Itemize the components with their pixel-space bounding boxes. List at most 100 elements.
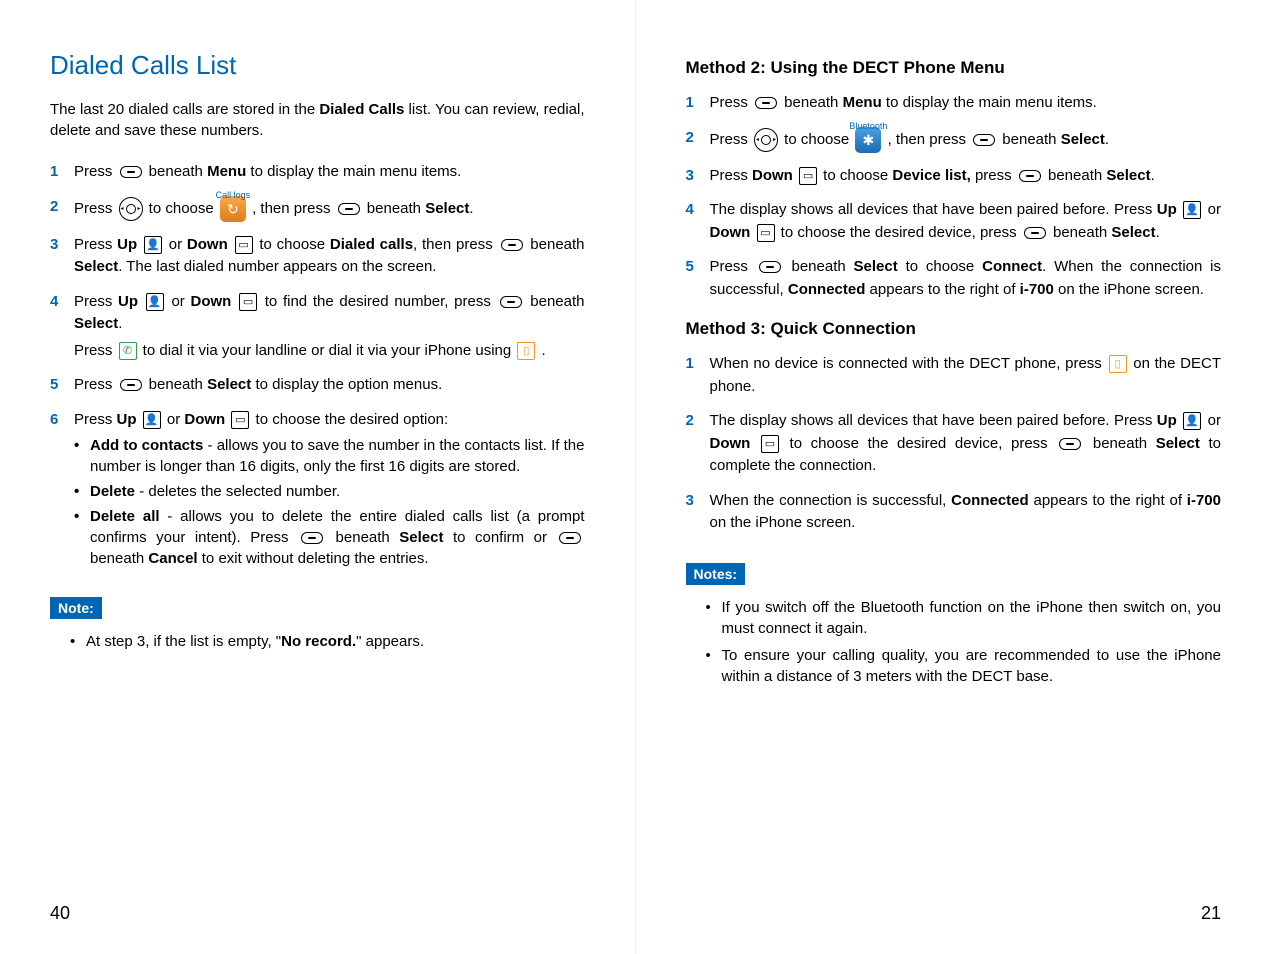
select-label: Select — [1156, 435, 1200, 452]
opt-label: Delete — [90, 483, 135, 500]
select-label: Select — [854, 258, 898, 275]
up-label: Up — [1157, 201, 1177, 218]
t: . — [469, 199, 473, 216]
t: When the connection is successful, — [710, 492, 952, 509]
intro-prefix: The last 20 dialed calls are stored in t… — [50, 101, 319, 118]
select-label: Select — [1106, 167, 1150, 184]
softkey-icon — [759, 261, 781, 273]
t: to choose — [898, 258, 982, 275]
t: or — [1203, 201, 1221, 218]
t: to display the option menus. — [251, 376, 442, 393]
softkey-icon — [1059, 438, 1081, 450]
t: Press — [74, 236, 117, 253]
device-list-label: Device list, — [892, 167, 970, 184]
t: Press — [710, 94, 753, 111]
t: to choose — [145, 199, 218, 216]
t: appears to the right of — [1029, 492, 1187, 509]
t: , then press — [248, 199, 335, 216]
t: The display shows all devices that have … — [710, 412, 1157, 429]
method3-steps: When no device is connected with the DEC… — [686, 353, 1222, 535]
intro-bold: Dialed Calls — [319, 101, 404, 118]
t: beneath — [1084, 435, 1155, 452]
t: beneath — [363, 199, 426, 216]
t: Press — [710, 258, 756, 275]
t: . — [1156, 224, 1160, 241]
bluetooth-icon: ✱Bluetooth — [855, 127, 881, 153]
t: Press — [74, 293, 118, 310]
page-right: Method 2: Using the DECT Phone Menu Pres… — [636, 0, 1271, 954]
opt-label: Delete all — [90, 508, 160, 525]
softkey-icon — [120, 166, 142, 178]
t: Press — [74, 163, 117, 180]
select-label: Select — [1111, 224, 1155, 241]
t: , then press — [883, 130, 970, 147]
t: . The last dialed number appears on the … — [118, 258, 436, 275]
select-label: Select — [1061, 130, 1105, 147]
step-6: Press Up 👤 or Down ▭ to choose the desir… — [50, 409, 585, 570]
t: Press — [74, 342, 117, 359]
t: . — [1151, 167, 1155, 184]
m2-step5: Press beneath Select to choose Connect. … — [686, 256, 1222, 301]
i700-label: i-700 — [1187, 492, 1221, 509]
steps-list: Press beneath Menu to display the main m… — [50, 161, 585, 569]
note-item: If you switch off the Bluetooth function… — [706, 597, 1222, 639]
note-item: At step 3, if the list is empty, "No rec… — [70, 631, 585, 652]
method3-title: Method 3: Quick Connection — [686, 319, 1222, 339]
softkey-icon — [301, 532, 323, 544]
down-label: Down — [184, 411, 225, 428]
dial-icon: ✆ — [119, 342, 137, 360]
step-4-sub: Press ✆ to dial it via your landline or … — [74, 340, 585, 363]
option-add: Add to contacts - allows you to save the… — [74, 435, 585, 477]
step-6-options: Add to contacts - allows you to save the… — [74, 435, 585, 569]
t: beneath — [998, 130, 1061, 147]
t: or — [164, 236, 187, 253]
softkey-icon — [755, 97, 777, 109]
t: . — [1105, 130, 1109, 147]
down-icon: ▭ — [757, 224, 775, 242]
up-icon: 👤 — [146, 293, 164, 311]
step-5: Press beneath Select to display the opti… — [50, 374, 585, 397]
navpad-icon: ◂▸ — [754, 128, 778, 152]
note-label: Note: — [50, 597, 102, 619]
t: Press — [74, 199, 117, 216]
connect-label: Connect — [982, 258, 1042, 275]
softkey-icon — [973, 134, 995, 146]
softkey-icon — [500, 296, 522, 308]
t: to exit without deleting the entries. — [198, 550, 429, 567]
method2-title: Method 2: Using the DECT Phone Menu — [686, 58, 1222, 78]
up-label: Up — [117, 236, 137, 253]
down-icon: ▭ — [231, 411, 249, 429]
iphone-icon: ▯ — [517, 342, 535, 360]
t: The display shows all devices that have … — [710, 201, 1157, 218]
select-label: Select — [425, 199, 469, 216]
t: beneath — [780, 94, 843, 111]
notes-list: If you switch off the Bluetooth function… — [686, 597, 1222, 687]
down-label: Down — [710, 224, 751, 241]
i700-label: i-700 — [1020, 281, 1054, 298]
page-left: Dialed Calls List The last 20 dialed cal… — [0, 0, 636, 954]
t: press — [971, 167, 1016, 184]
calllogs-icon: ↻Call logs — [220, 196, 246, 222]
t: to display the main menu items. — [882, 94, 1097, 111]
section-title: Dialed Calls List — [50, 50, 585, 81]
softkey-icon — [501, 239, 523, 251]
up-icon: 👤 — [1183, 412, 1201, 430]
t: beneath — [326, 529, 399, 546]
m2-step3: Press Down ▭ to choose Device list, pres… — [686, 165, 1222, 188]
t: to confirm or — [443, 529, 556, 546]
opt-text: - deletes the selected number. — [135, 483, 340, 500]
t: or — [166, 293, 191, 310]
option-delete: Delete - deletes the selected number. — [74, 481, 585, 502]
intro-text: The last 20 dialed calls are stored in t… — [50, 99, 585, 141]
t: to choose — [819, 167, 892, 184]
select-label: Select — [399, 529, 443, 546]
dialed-label: Dialed calls — [330, 236, 413, 253]
t: Press — [710, 167, 753, 184]
t: Press — [74, 411, 117, 428]
t: Press — [74, 376, 117, 393]
up-label: Up — [117, 411, 137, 428]
bluetooth-caption: Bluetooth — [849, 113, 887, 139]
up-icon: 👤 — [144, 236, 162, 254]
page-number: 40 — [50, 883, 585, 924]
up-icon: 👤 — [1183, 201, 1201, 219]
